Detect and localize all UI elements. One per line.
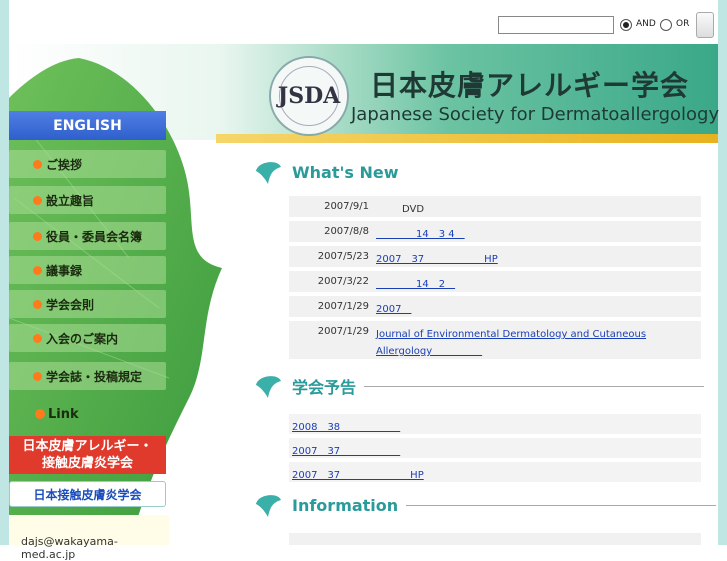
section-title: What's New	[292, 162, 399, 182]
nav-item-purpose[interactable]: 設立趣旨	[9, 186, 166, 214]
divider	[406, 504, 717, 506]
news-row: 2007/8/8 14 3 4	[289, 221, 701, 242]
news-link[interactable]: 14 3 4	[376, 221, 656, 242]
news-row: 2007/1/29 2007	[289, 296, 701, 317]
bullet-icon	[33, 299, 42, 309]
announcement-link[interactable]: 2007 37	[289, 438, 701, 458]
english-button[interactable]: ENGLISH	[9, 111, 166, 140]
left-frame	[0, 0, 9, 545]
nav-label: 役員・委員会名簿	[46, 229, 143, 244]
announcement-list: 2008 38 2007 37 2007 37 HP	[289, 414, 701, 486]
nav-label: 設立趣旨	[46, 193, 95, 208]
jsda-contact-dermatitis-button[interactable]: 日本皮膚アレルギー・ 接触皮膚炎学会	[9, 436, 166, 474]
bullet-icon	[33, 231, 42, 241]
news-date: 2007/1/29	[317, 301, 369, 312]
nav-item-link[interactable]: Link	[9, 400, 166, 428]
and-label: AND	[636, 19, 656, 29]
news-date: 2007/3/22	[317, 276, 369, 287]
nav-label: 学会誌・投稿規定	[46, 369, 143, 384]
nav-label: 入会のご案内	[46, 331, 119, 346]
button-line-1: 日本皮膚アレルギー・	[22, 439, 153, 454]
ginkgo-icon	[256, 495, 281, 517]
announcements-heading: 学会予告	[254, 371, 705, 401]
nav-label: ご挨拶	[46, 157, 83, 172]
logo-mark: JSDA	[278, 66, 340, 126]
or-radio[interactable]	[660, 19, 672, 31]
information-heading: Information	[254, 490, 717, 520]
information-row	[289, 533, 701, 545]
bullet-icon	[33, 195, 42, 205]
ginkgo-icon	[256, 162, 281, 184]
news-link[interactable]: 14 2	[376, 271, 656, 292]
nav-label: 議事録	[46, 263, 83, 278]
contact-email[interactable]: dajs@wakayama-med.ac.jp	[9, 515, 169, 561]
search-input[interactable]	[498, 16, 614, 34]
nav-item-journal[interactable]: 学会誌・投稿規定	[9, 362, 166, 390]
section-title: 学会予告	[292, 378, 357, 397]
right-frame	[718, 0, 727, 545]
society-logo: JSDA	[269, 56, 349, 136]
bullet-icon	[33, 371, 42, 381]
nav-item-greeting[interactable]: ご挨拶	[9, 150, 166, 178]
news-date: 2007/5/23	[317, 251, 369, 262]
contact-dermatitis-society-button[interactable]: 日本接触皮膚炎学会	[9, 481, 166, 507]
bullet-icon	[35, 409, 45, 419]
news-date: 2007/9/1	[324, 201, 369, 212]
and-radio[interactable]	[620, 19, 632, 31]
search-button[interactable]	[696, 12, 714, 38]
news-table: 2007/9/1 DVD 2007/8/8 14 3 4 2007/5/23 200…	[289, 196, 701, 363]
nav-item-minutes[interactable]: 議事録	[9, 256, 166, 284]
section-title: Information	[292, 495, 399, 515]
site-title-ja: 日本皮膚アレルギー学会	[370, 69, 690, 102]
button-line-2: 接触皮膚炎学会	[41, 456, 133, 471]
bullet-icon	[33, 159, 42, 169]
nav-item-bylaws[interactable]: 学会会則	[9, 290, 166, 318]
bullet-icon	[33, 333, 42, 343]
or-label: OR	[676, 19, 690, 29]
whats-new-heading: What's New	[254, 157, 407, 187]
announcement-link[interactable]: 2008 38	[289, 414, 701, 434]
news-date: 2007/1/29	[317, 326, 369, 337]
divider	[364, 385, 705, 387]
news-row: 2007/3/22 14 2	[289, 271, 701, 292]
news-row: 2007/5/23 2007 37 HP	[289, 246, 701, 267]
news-row: 2007/9/1 DVD	[289, 196, 701, 217]
announcement-link[interactable]: 2007 37 HP	[289, 462, 701, 482]
nav-item-officers[interactable]: 役員・委員会名簿	[9, 222, 166, 250]
ginkgo-icon	[256, 376, 281, 398]
news-text: DVD	[402, 204, 425, 215]
news-link[interactable]: Journal of Environmental Dermatology and…	[376, 321, 656, 359]
news-link[interactable]: 2007 37 HP	[376, 246, 656, 267]
news-link[interactable]: 2007	[376, 296, 656, 317]
nav-label: Link	[48, 406, 79, 422]
nav-item-membership[interactable]: 入会のご案内	[9, 324, 166, 352]
header-stripe	[216, 134, 718, 143]
news-date: 2007/8/8	[324, 226, 369, 237]
bullet-icon	[33, 265, 42, 275]
site-title-en: Japanese Society for Dermatoallergology	[351, 104, 720, 125]
news-row: 2007/1/29 Journal of Environmental Dermat…	[289, 321, 701, 359]
nav-label: 学会会則	[46, 297, 95, 312]
